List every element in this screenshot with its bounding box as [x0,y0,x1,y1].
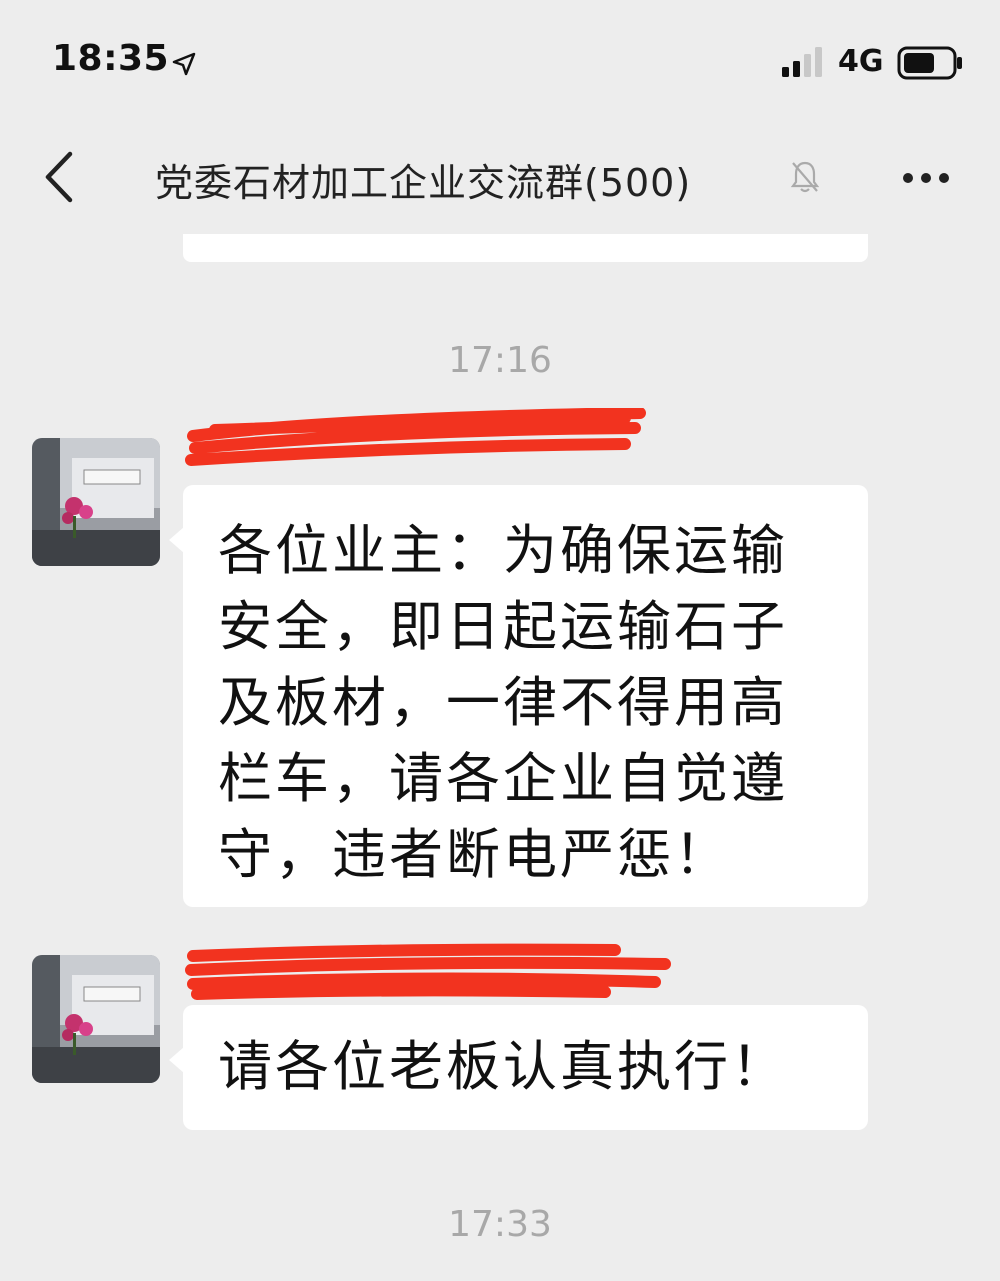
location-arrow-icon [172,52,196,76]
message-text: 各位业主：为确保运输 安全，即日起运输石子 及板材，一律不得用高 栏车，请各企业… [218,513,788,893]
mute-bell-icon [790,161,820,193]
status-bar: 18:35 4G [0,0,1000,115]
message-text: 请各位老板认真执行！ [218,1029,788,1105]
message-bubble[interactable]: 各位业主：为确保运输 安全，即日起运输石子 及板材，一律不得用高 栏车，请各企业… [169,485,868,907]
battery-icon [897,46,962,80]
message-line: 安全，即日起运输石子 [218,595,788,658]
message-timestamp: 17:33 [448,1204,552,1245]
message-line: 栏车，请各企业自觉遵 [218,747,788,810]
redacted-sender-name [185,408,646,466]
signal-bars-icon [782,47,822,77]
avatar-office-image [32,438,160,566]
back-chevron-icon[interactable] [42,150,76,204]
network-type: 4G [838,44,884,79]
message-line: 守，违者断电严惩！ [218,823,731,886]
avatar-office-image [32,955,160,1083]
message-bubble[interactable]: 请各位老板认真执行！ [169,1005,868,1130]
sender-avatar[interactable] [32,438,160,566]
status-time: 18:35 [52,38,170,79]
chat-title: 党委石材加工企业交流群(500) [155,161,692,205]
sender-avatar[interactable] [32,955,160,1083]
message-line: 各位业主：为确保运输 [218,519,788,582]
message-timestamp: 17:16 [448,340,552,381]
message-line: 及板材，一律不得用高 [218,671,788,734]
message-line: 请各位老板认真执行！ [218,1035,788,1098]
redacted-sender-name [185,943,671,1000]
more-dots-icon[interactable] [902,172,950,184]
previous-message-bubble[interactable] [183,234,868,262]
